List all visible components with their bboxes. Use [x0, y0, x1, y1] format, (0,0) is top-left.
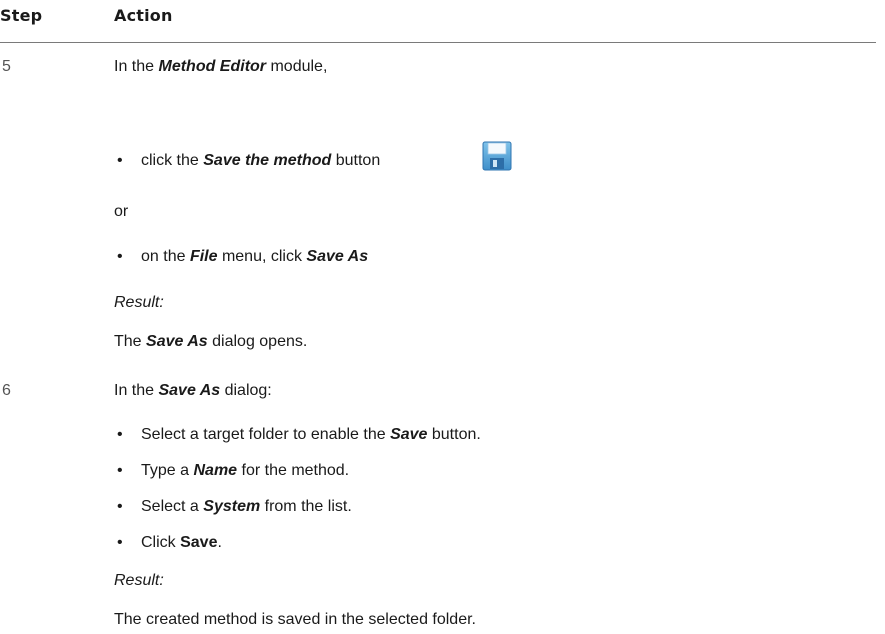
field-name: System	[203, 498, 261, 515]
list-item-text-end: for the method.	[237, 462, 350, 479]
list-item: • click the Save the method button	[117, 152, 380, 170]
list-item-text: Select a target folder to enable the	[141, 426, 391, 443]
button-name: Save the method	[203, 152, 332, 169]
list-item-text-end: from the list.	[260, 498, 352, 515]
list-item-text: on the	[141, 248, 190, 265]
step-column-header: Step	[0, 6, 43, 25]
result-label: Result:	[114, 572, 164, 589]
list-item: • Type a Name for the method.	[117, 462, 349, 480]
list-item-text-end: .	[217, 534, 222, 551]
step-5-intro: In the Method Editor module,	[114, 58, 327, 76]
intro-text: In the	[114, 382, 159, 399]
list-item-text: click the	[141, 152, 204, 169]
bullet-icon: •	[117, 426, 123, 443]
intro-text-end: module,	[266, 58, 328, 75]
bullet-icon: •	[117, 498, 123, 515]
result-text-start: The	[114, 333, 147, 350]
result-text: The Save As dialog opens.	[114, 333, 307, 351]
bullet-icon: •	[117, 534, 123, 551]
list-item-text: Type a	[141, 462, 194, 479]
action-column-header: Action	[114, 6, 173, 25]
button-name: Save	[180, 534, 218, 551]
button-name: Save	[390, 426, 428, 443]
step-6-intro: In the Save As dialog:	[114, 382, 272, 400]
list-item: • Select a target folder to enable the Sa…	[117, 426, 481, 444]
or-text: or	[114, 203, 129, 220]
bullet-icon: •	[117, 248, 123, 265]
table-header: Step Action	[0, 0, 876, 43]
result-text: The created method is saved in the selec…	[114, 611, 476, 628]
list-item-text-mid: menu, click	[217, 248, 307, 265]
list-item-text-end: button.	[427, 426, 481, 443]
list-item: • Click Save.	[117, 534, 222, 552]
field-name: Name	[193, 462, 238, 479]
step-number: 6	[2, 382, 11, 399]
dialog-name: Save As	[146, 333, 208, 350]
result-label: Result:	[114, 294, 164, 311]
dialog-name: Save As	[158, 382, 221, 399]
list-item-text: Click	[141, 534, 181, 551]
result-text-end: dialog opens.	[207, 333, 308, 350]
list-item: • on the File menu, click Save As	[117, 248, 368, 266]
list-item-text: Select a	[141, 498, 204, 515]
floppy-disk-save-icon	[482, 141, 512, 171]
bullet-icon: •	[117, 462, 123, 479]
list-item: • Select a System from the list.	[117, 498, 352, 516]
list-item-text-end: button	[331, 152, 381, 169]
step-number: 5	[2, 58, 11, 75]
intro-text: In the	[114, 58, 159, 75]
command-name: Save As	[306, 248, 369, 265]
menu-name: File	[189, 248, 218, 265]
intro-text-end: dialog:	[220, 382, 272, 399]
bullet-icon: •	[117, 152, 123, 169]
module-name: Method Editor	[158, 58, 267, 75]
